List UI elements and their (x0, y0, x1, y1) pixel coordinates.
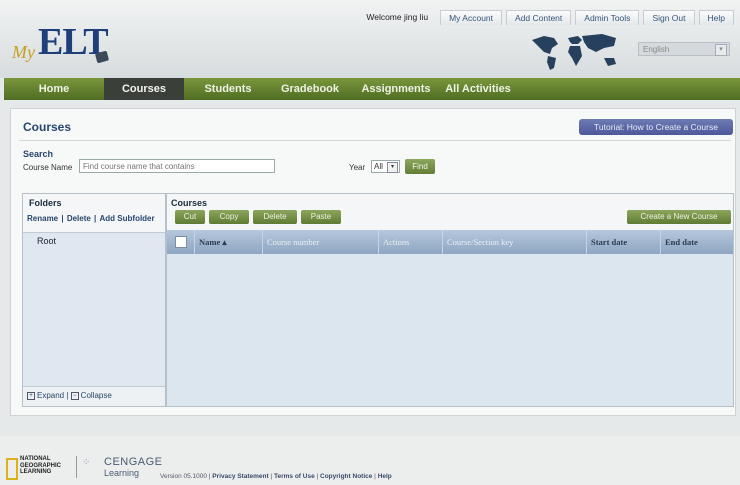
course-name-input[interactable] (79, 159, 275, 173)
nav-home[interactable]: Home (4, 78, 104, 100)
create-course-button[interactable]: Create a New Course (627, 210, 731, 224)
copy-button[interactable]: Copy (209, 210, 249, 224)
rename-folder-link[interactable]: Rename (27, 214, 58, 223)
col-actions[interactable]: Actions (379, 230, 443, 254)
year-select[interactable]: All ▾ (371, 160, 400, 173)
courses-pane: Courses Cut Copy Delete Paste Create a N… (166, 193, 734, 407)
year-value: All (374, 162, 383, 171)
language-select[interactable]: English ▾ (638, 42, 730, 56)
table-header: Name ▴ Course number Actions Course/Sect… (167, 230, 733, 254)
language-value: English (643, 45, 670, 54)
copyright-link[interactable]: Copyright Notice (320, 473, 372, 480)
folder-root[interactable]: Root (37, 236, 56, 246)
footer-links: Version 05.1000 | Privacy Statement | Te… (160, 473, 392, 480)
expand-collapse-bar: + Expand | − Collapse (23, 386, 165, 406)
nav-gradebook[interactable]: Gradebook (272, 78, 348, 100)
expand-link[interactable]: Expand (37, 391, 64, 400)
main-nav: Home Courses Students Gradebook Assignme… (4, 78, 740, 100)
cut-button[interactable]: Cut (175, 210, 205, 224)
nav-courses[interactable]: Courses (104, 78, 184, 100)
nat-geo-text: NATIONAL GEOGRAPHIC LEARNING (20, 456, 62, 475)
add-content-link[interactable]: Add Content (506, 10, 572, 25)
select-all-checkbox[interactable] (174, 236, 187, 248)
col-name-label: Name (199, 237, 221, 247)
folders-title: Folders (29, 198, 62, 208)
sort-arrow-icon: ▴ (222, 237, 227, 247)
help-link[interactable]: Help (698, 10, 734, 25)
paste-button[interactable]: Paste (301, 210, 341, 224)
folder-actions: Rename | Delete | Add Subfolder (27, 214, 155, 223)
cengage-learning: Learning (104, 468, 140, 478)
add-subfolder-link[interactable]: Add Subfolder (100, 214, 155, 223)
select-all-column (167, 230, 195, 254)
courses-title: Courses (171, 198, 208, 208)
cengage-name: CENGAGE (104, 456, 163, 468)
tutorial-button[interactable]: Tutorial: How to Create a Course (579, 119, 733, 135)
sign-out-link[interactable]: Sign Out (643, 10, 695, 25)
welcome-text: Welcome jing liu (366, 12, 429, 22)
admin-tools-link[interactable]: Admin Tools (575, 10, 640, 25)
nav-all-activities[interactable]: All Activities (444, 78, 512, 100)
expand-icon[interactable]: + (27, 391, 35, 400)
collapse-link[interactable]: Collapse (81, 391, 112, 400)
col-start-date[interactable]: Start date (587, 230, 661, 254)
terms-link[interactable]: Terms of Use (274, 473, 315, 480)
collapse-icon[interactable]: − (70, 391, 79, 400)
folders-header: Folders Rename | Delete | Add Subfolder (23, 194, 165, 233)
app-header: My ELT Welcome jing liu My Account Add C… (0, 0, 740, 78)
logo-my: My (12, 42, 35, 62)
top-links: Welcome jing liu My Account Add Content … (358, 10, 734, 25)
course-name-label: Course Name (23, 163, 73, 172)
year-label: Year (349, 163, 366, 172)
my-account-link[interactable]: My Account (440, 10, 503, 25)
nav-assignments[interactable]: Assignments (348, 78, 444, 100)
col-section-key[interactable]: Course/Section key (443, 230, 587, 254)
footer-help-link[interactable]: Help (378, 473, 392, 480)
footer-divider (76, 456, 77, 478)
chevron-down-icon: ▾ (715, 44, 727, 56)
col-name[interactable]: Name ▴ (195, 230, 263, 254)
nat-geo-logo-icon (6, 458, 18, 480)
folders-pane: Folders Rename | Delete | Add Subfolder … (22, 193, 166, 407)
version-text: Version 05.1000 (160, 473, 207, 480)
col-course-number[interactable]: Course number (263, 230, 379, 254)
world-map-icon (532, 34, 616, 70)
delete-button[interactable]: Delete (253, 210, 297, 224)
nav-students[interactable]: Students (184, 78, 272, 100)
find-button[interactable]: Find (405, 159, 435, 174)
col-end-date[interactable]: End date (661, 230, 733, 254)
courses-panel: Courses Tutorial: How to Create a Course… (10, 108, 736, 416)
delete-folder-link[interactable]: Delete (67, 214, 91, 223)
footer: NATIONAL GEOGRAPHIC LEARNING ⁘ CENGAGE L… (0, 436, 740, 485)
search-label: Search (23, 149, 54, 159)
courses-header: Courses Cut Copy Delete Paste Create a N… (167, 194, 733, 230)
chevron-down-icon: ▾ (387, 162, 398, 173)
privacy-link[interactable]: Privacy Statement (212, 473, 268, 480)
divider (19, 140, 731, 141)
page-title: Courses (23, 120, 72, 134)
cengage-logo-icon: ⁘ (82, 457, 91, 468)
